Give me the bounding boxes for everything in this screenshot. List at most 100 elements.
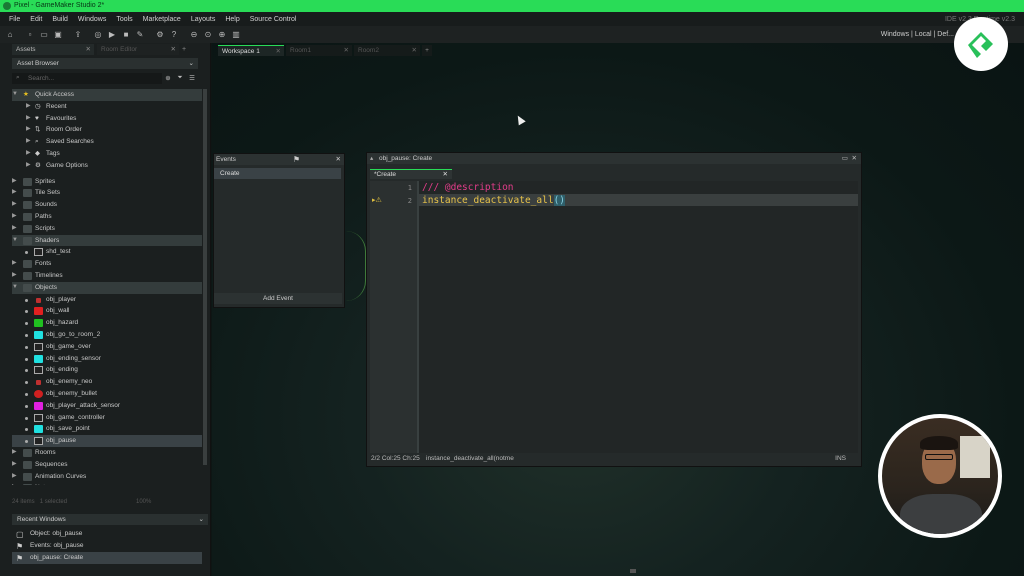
menu-tools[interactable]: Tools (116, 16, 132, 23)
tree-row[interactable]: ▼ ★ Quick Access (12, 89, 202, 101)
event-create[interactable]: Create (214, 168, 341, 179)
tree-row[interactable]: ▼ Objects (12, 281, 202, 294)
close-icon[interactable]: ✕ (443, 170, 448, 179)
tree-row[interactable]: ▶ Timelines (12, 270, 202, 282)
collapse-icon[interactable]: ▼ (12, 235, 18, 247)
resize-handle[interactable] (630, 569, 636, 573)
tree-row[interactable]: obj_game_controller (12, 412, 202, 424)
tree-row[interactable]: shd_test (12, 246, 202, 258)
tree-row[interactable]: obj_wall (12, 305, 202, 317)
tree-row[interactable]: obj_enemy_neo (12, 376, 202, 388)
expand-icon[interactable]: ▶ (26, 124, 31, 136)
tree-row[interactable]: ▼ Shaders (12, 234, 202, 247)
tree-row[interactable]: ▶ Sprites (12, 176, 202, 188)
close-icon[interactable]: ✕ (852, 155, 857, 162)
tree-row[interactable]: obj_save_point (12, 423, 202, 435)
add-tab-icon[interactable]: + (182, 46, 186, 53)
tree-row[interactable]: ▶ ⚙ Game Options (12, 160, 202, 172)
collapse-icon[interactable]: ▼ (12, 89, 18, 101)
tab-room-editor[interactable]: Room Editor ✕ (97, 43, 179, 55)
expand-icon[interactable]: ▶ (26, 101, 31, 113)
close-icon[interactable]: ✕ (336, 154, 341, 165)
clean-icon[interactable]: ✎ (134, 29, 146, 41)
menu-help[interactable]: Help (225, 16, 239, 23)
expand-icon[interactable]: ▶ (26, 136, 31, 148)
expand-icon[interactable]: ▶ (12, 211, 17, 223)
maximize-icon[interactable]: ▭ (842, 155, 848, 162)
tree-row[interactable]: ▶ Fonts (12, 258, 202, 270)
menu-windows[interactable]: Windows (78, 16, 106, 23)
events-header[interactable]: Events ⚑ ✕ (214, 154, 344, 165)
add-asset-icon[interactable]: ⊕ (162, 74, 174, 82)
expand-icon[interactable]: ▶ (12, 482, 17, 485)
tree-row[interactable]: ▶ ♥ Favourites (12, 113, 202, 125)
scrollbar[interactable] (203, 89, 207, 465)
debug-icon[interactable]: ◎ (92, 29, 104, 41)
close-icon[interactable]: ✕ (86, 45, 91, 53)
tree-row[interactable]: obj_go_to_room_2 (12, 329, 202, 341)
export-icon[interactable]: ⇪ (72, 29, 84, 41)
expand-icon[interactable]: ▶ (26, 148, 31, 160)
tree-row[interactable]: obj_enemy_bullet (12, 388, 202, 400)
tree-row[interactable]: obj_pause (12, 435, 202, 447)
save-icon[interactable]: ▣ (52, 29, 64, 41)
tree-row[interactable]: ▶ Animation Curves (12, 471, 202, 483)
add-event-button[interactable]: Add Event (214, 293, 342, 304)
chevron-down-icon[interactable]: ⌄ (189, 58, 194, 69)
expand-icon[interactable]: ▶ (12, 199, 17, 211)
expand-icon[interactable]: ▶ (12, 459, 17, 471)
chevron-down-icon[interactable]: ⌄ (199, 514, 204, 525)
new-project-icon[interactable]: ▫ (24, 29, 36, 41)
close-icon[interactable]: ✕ (171, 45, 176, 53)
target-selector[interactable]: Windows | Local | Def... (881, 31, 954, 38)
tree-row[interactable]: obj_player (12, 294, 202, 306)
close-icon[interactable]: ✕ (276, 46, 281, 57)
expand-icon[interactable]: ▶ (12, 258, 17, 270)
pin-icon[interactable]: ▴ (370, 153, 373, 164)
tree-row[interactable]: obj_ending_sensor (12, 353, 202, 365)
tab-assets[interactable]: Assets ✕ (12, 43, 94, 55)
tree-row[interactable]: ▶ Notes (12, 482, 202, 485)
zoom-reset-icon[interactable]: ⊙ (202, 29, 214, 41)
tab-workspace-1[interactable]: Workspace 1 ✕ (218, 45, 284, 56)
expand-icon[interactable]: ▶ (26, 113, 31, 125)
search-input[interactable]: ⌕ Search... (12, 72, 162, 84)
recent-windows-header[interactable]: Recent Windows ⌄ (12, 514, 208, 525)
tree-row[interactable]: ▶ Rooms (12, 447, 202, 459)
open-project-icon[interactable]: ▭ (38, 29, 50, 41)
menu-edit[interactable]: Edit (30, 16, 42, 23)
zoom-out-icon[interactable]: ⊖ (188, 29, 200, 41)
game-options-icon[interactable]: ⚙ (154, 29, 166, 41)
recent-window-item[interactable]: ⚑ Events: obj_pause (12, 540, 202, 552)
recent-window-item[interactable]: ⚑ obj_pause: Create (12, 552, 202, 564)
expand-icon[interactable]: ▶ (12, 471, 17, 483)
menu-icon[interactable]: ☰ (186, 74, 198, 82)
tree-row[interactable]: ▶ Tile Sets (12, 187, 202, 199)
expand-icon[interactable]: ▶ (12, 447, 17, 459)
recent-window-item[interactable]: ▢ Object: obj_pause (12, 528, 202, 540)
editor-header[interactable]: ▴ obj_pause: Create ▭ ✕ (367, 153, 861, 164)
code-area[interactable]: 1 2 ▸⚠ /// @description instance_deactiv… (370, 181, 858, 453)
menu-build[interactable]: Build (52, 16, 68, 23)
stop-icon[interactable]: ■ (120, 29, 132, 41)
collapse-icon[interactable]: ▼ (12, 282, 18, 294)
close-icon[interactable]: ✕ (344, 45, 349, 56)
expand-icon[interactable]: ▶ (12, 223, 17, 235)
tab-room2[interactable]: Room2 ✕ (354, 45, 420, 56)
tab-create[interactable]: *Create ✕ (370, 169, 452, 179)
expand-icon[interactable]: ▶ (26, 160, 31, 172)
menu-file[interactable]: File (9, 16, 20, 23)
tree-row[interactable]: obj_hazard (12, 317, 202, 329)
flag-icon[interactable]: ⚑ (293, 154, 300, 165)
expand-icon[interactable]: ▶ (12, 176, 17, 188)
tree-row[interactable]: ▶ Scripts (12, 223, 202, 235)
tree-row[interactable]: ▶ ◷ Recent (12, 101, 202, 113)
home-icon[interactable]: ⌂ (4, 29, 16, 41)
fit-icon[interactable]: ▥ (230, 29, 242, 41)
filter-icon[interactable]: ⏷ (174, 74, 186, 82)
tree-row[interactable]: ▶ ⌕ Saved Searches (12, 136, 202, 148)
menu-marketplace[interactable]: Marketplace (143, 16, 181, 23)
close-icon[interactable]: ✕ (412, 45, 417, 56)
tree-row[interactable]: ▶ Paths (12, 211, 202, 223)
tree-row[interactable]: ▶ Sounds (12, 199, 202, 211)
